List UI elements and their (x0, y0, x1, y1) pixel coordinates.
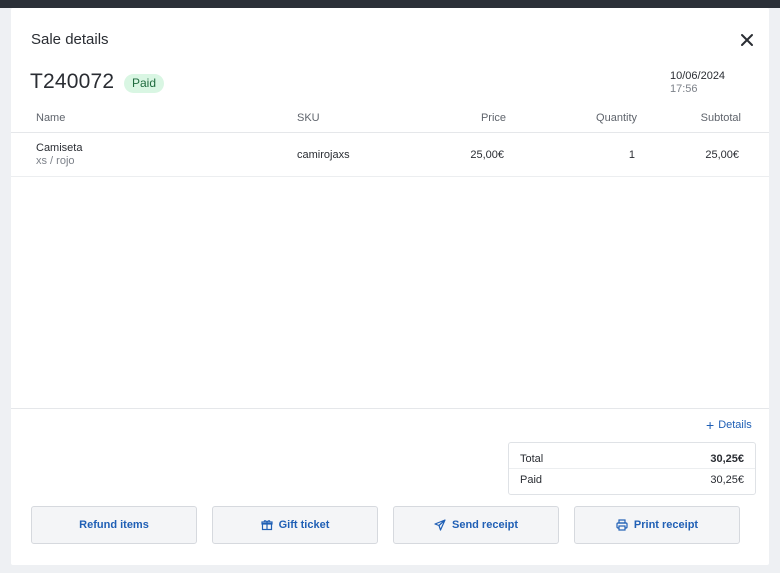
send-receipt-label: Send receipt (451, 519, 519, 531)
paid-label: Paid (520, 474, 543, 486)
refund-items-button[interactable]: Refund items (31, 506, 197, 544)
item-subtotal: 25,00€ (705, 149, 739, 161)
sale-details-modal: Sale details T240072 Paid 10/06/2024 17:… (11, 8, 769, 565)
paid-row: Paid 30,25€ (509, 469, 755, 490)
gift-icon (261, 520, 273, 531)
modal-title: Sale details (31, 31, 109, 48)
column-subtotal: Subtotal (700, 112, 741, 124)
column-sku: SKU (297, 112, 320, 124)
printer-icon (616, 519, 628, 531)
details-label: Details (718, 419, 752, 431)
close-button[interactable] (737, 30, 757, 50)
paid-value: 30,25€ (710, 474, 744, 486)
totals-box: Total 30,25€ Paid 30,25€ (508, 442, 756, 495)
print-receipt-button[interactable]: Print receipt (574, 506, 740, 544)
item-sku: camirojaxs (297, 149, 350, 161)
plus-icon: + (706, 416, 715, 433)
print-receipt-label: Print receipt (633, 519, 699, 531)
gift-ticket-button[interactable]: Gift ticket (212, 506, 378, 544)
item-name: Camiseta (36, 142, 83, 154)
close-icon (741, 34, 753, 46)
gift-ticket-label: Gift ticket (278, 519, 330, 531)
column-price: Price (480, 112, 506, 124)
table-row[interactable]: Camiseta xs / rojo camirojaxs 25,00€ 1 2… (11, 133, 769, 177)
details-link[interactable]: + Details (706, 416, 752, 433)
order-date: 10/06/2024 (670, 70, 726, 82)
total-value: 30,25€ (710, 453, 744, 465)
send-icon (434, 519, 446, 531)
refund-items-label: Refund items (79, 519, 149, 531)
column-quantity: Quantity (596, 112, 637, 124)
item-name-cell: Camiseta xs / rojo (36, 142, 82, 167)
status-badge: Paid (124, 74, 165, 93)
order-id: T240072 (30, 70, 115, 93)
item-quantity: 1 (628, 149, 635, 161)
total-label: Total (520, 453, 544, 465)
column-name: Name (36, 112, 66, 124)
table-header: Name SKU Price Quantity Subtotal (11, 108, 769, 133)
total-row: Total 30,25€ (509, 448, 755, 469)
item-price: 25,00€ (470, 149, 504, 161)
divider (11, 408, 769, 409)
send-receipt-button[interactable]: Send receipt (393, 506, 559, 544)
item-variant: xs / rojo (36, 155, 75, 167)
order-datetime: 10/06/2024 17:56 (670, 70, 725, 96)
system-status-bar (0, 0, 780, 8)
order-time: 17:56 (670, 83, 698, 95)
